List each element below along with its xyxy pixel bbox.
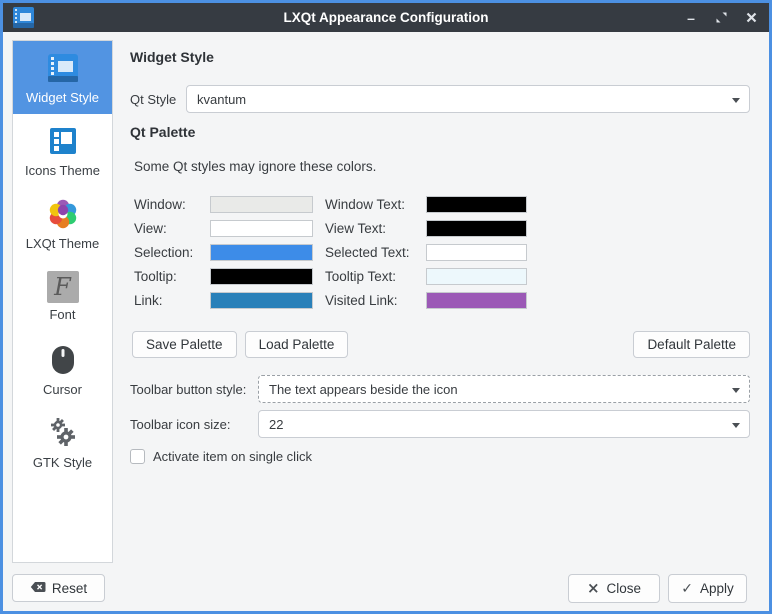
apply-button[interactable]: ✓ Apply (668, 574, 747, 603)
cursor-icon (45, 342, 81, 378)
palette-label: Window: (134, 197, 210, 212)
palette-label: View: (134, 221, 210, 236)
palette-note: Some Qt styles may ignore these colors. (134, 159, 376, 174)
visited-link-color-swatch[interactable] (426, 292, 527, 309)
view-color-swatch[interactable] (210, 220, 313, 237)
qt-style-select[interactable]: kvantum (186, 85, 750, 113)
toolbar-style-select[interactable]: The text appears beside the icon (258, 375, 750, 403)
toolbar-style-value: The text appears beside the icon (269, 382, 458, 397)
palette-buttons-row: Save Palette Load Palette Default Palett… (132, 331, 750, 358)
sidebar-item-gtk-style[interactable]: GTK Style (13, 406, 112, 479)
sidebar-item-label: Font (49, 307, 75, 322)
lxqt-appearance-window: LXQt Appearance Configuration – (0, 0, 772, 614)
single-click-label: Activate item on single click (153, 449, 312, 464)
qt-palette-heading: Qt Palette (130, 124, 195, 140)
qt-style-row: Qt Style kvantum (130, 85, 750, 113)
sidebar-item-cursor[interactable]: Cursor (13, 333, 112, 406)
chevron-down-icon (732, 388, 740, 393)
sidebar-item-label: LXQt Theme (26, 236, 99, 251)
window-color-swatch[interactable] (210, 196, 313, 213)
gtk-style-icon (45, 415, 81, 451)
link-color-swatch[interactable] (210, 292, 313, 309)
check-icon: ✓ (681, 582, 693, 596)
lxqt-theme-icon (45, 196, 81, 232)
sidebar-item-widget-style[interactable]: Widget Style (13, 41, 112, 114)
sidebar: Widget Style Icons Theme (12, 40, 113, 563)
app-icon (12, 6, 35, 29)
toolbar-icon-size-select[interactable]: 22 (258, 410, 750, 438)
palette-label: Tooltip Text: (313, 269, 426, 284)
palette-label: Visited Link: (313, 293, 426, 308)
widget-style-icon (45, 50, 81, 86)
close-window-icon[interactable] (743, 10, 759, 26)
tooltip-color-swatch[interactable] (210, 268, 313, 285)
chevron-down-icon (732, 423, 740, 428)
sidebar-item-label: Widget Style (26, 90, 99, 105)
chevron-down-icon (732, 98, 740, 103)
selection-color-swatch[interactable] (210, 244, 313, 261)
font-icon: F (47, 271, 79, 303)
close-button[interactable]: × Close (568, 574, 660, 603)
reset-button[interactable]: Reset (12, 574, 105, 602)
minimize-icon[interactable]: – (683, 10, 699, 26)
single-click-checkbox[interactable] (130, 449, 145, 464)
sidebar-item-lxqt-theme[interactable]: LXQt Theme (13, 187, 112, 260)
palette-grid: Window: Window Text: View: View Text: Se… (134, 196, 527, 309)
load-palette-button[interactable]: Load Palette (245, 331, 349, 358)
toolbar-size-label: Toolbar icon size: (130, 417, 258, 432)
sidebar-item-label: GTK Style (33, 455, 92, 470)
toolbar-size-row: Toolbar icon size: 22 (130, 410, 750, 438)
close-label: Close (607, 581, 642, 596)
window-title: LXQt Appearance Configuration (3, 10, 769, 25)
sidebar-item-icons-theme[interactable]: Icons Theme (13, 114, 112, 187)
icons-theme-icon (45, 123, 81, 159)
save-palette-button[interactable]: Save Palette (132, 331, 237, 358)
palette-label: Window Text: (313, 197, 426, 212)
palette-label: Selected Text: (313, 245, 426, 260)
backspace-icon (30, 581, 46, 596)
palette-label: Selection: (134, 245, 210, 260)
reset-label: Reset (52, 581, 87, 596)
view-text-color-swatch[interactable] (426, 220, 527, 237)
sidebar-item-label: Icons Theme (25, 163, 100, 178)
palette-label: View Text: (313, 221, 426, 236)
toolbar-size-value: 22 (269, 417, 283, 432)
close-icon: × (587, 581, 600, 596)
toolbar-style-row: Toolbar button style: The text appears b… (130, 375, 750, 403)
toolbar-style-label: Toolbar button style: (130, 382, 258, 397)
titlebar: LXQt Appearance Configuration – (3, 3, 769, 32)
sidebar-item-font[interactable]: F Font (13, 260, 112, 333)
qt-style-label: Qt Style (130, 92, 186, 107)
selected-text-color-swatch[interactable] (426, 244, 527, 261)
default-palette-button[interactable]: Default Palette (633, 331, 750, 358)
palette-label: Link: (134, 293, 210, 308)
sidebar-item-label: Cursor (43, 382, 82, 397)
palette-label: Tooltip: (134, 269, 210, 284)
single-click-row: Activate item on single click (130, 449, 312, 464)
qt-style-value: kvantum (197, 92, 246, 107)
window-text-color-swatch[interactable] (426, 196, 527, 213)
window-controls: – (683, 3, 759, 32)
tooltip-text-color-swatch[interactable] (426, 268, 527, 285)
restore-icon[interactable] (713, 10, 729, 26)
apply-label: Apply (700, 581, 734, 596)
page-title: Widget Style (130, 49, 214, 65)
